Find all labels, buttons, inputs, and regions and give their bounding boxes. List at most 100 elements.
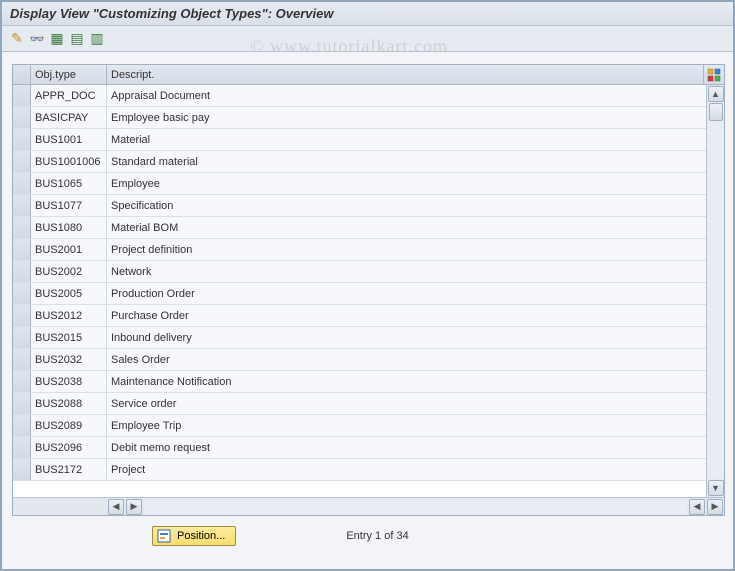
- cell-description[interactable]: Material BOM: [107, 217, 706, 238]
- position-label: Position...: [177, 530, 225, 542]
- table-row: BUS2002Network: [13, 261, 706, 283]
- vertical-scrollbar: ▲ ▼: [706, 85, 724, 497]
- cell-obj-type[interactable]: BUS2002: [31, 261, 107, 282]
- cell-obj-type[interactable]: BUS2172: [31, 459, 107, 480]
- header-row-selector[interactable]: [13, 65, 31, 84]
- cell-description[interactable]: Service order: [107, 393, 706, 414]
- cell-obj-type[interactable]: BUS2088: [31, 393, 107, 414]
- cell-description[interactable]: Maintenance Notification: [107, 371, 706, 392]
- cell-description[interactable]: Sales Order: [107, 349, 706, 370]
- select-all-icon[interactable]: ▦: [48, 30, 66, 48]
- cell-description[interactable]: Specification: [107, 195, 706, 216]
- cell-obj-type[interactable]: BUS1077: [31, 195, 107, 216]
- position-button[interactable]: Position...: [152, 526, 236, 546]
- cell-obj-type[interactable]: BUS2038: [31, 371, 107, 392]
- scroll-up-button[interactable]: ▲: [708, 86, 724, 102]
- table-header: Obj.type Descript.: [13, 65, 724, 85]
- scroll-left-button[interactable]: ◀: [108, 499, 124, 515]
- table-row: BUS1080Material BOM: [13, 217, 706, 239]
- title-bar: Display View "Customizing Object Types":…: [2, 2, 733, 26]
- cell-obj-type[interactable]: BUS2015: [31, 327, 107, 348]
- row-selector[interactable]: [13, 415, 31, 436]
- cell-description[interactable]: Production Order: [107, 283, 706, 304]
- scroll-thumb-vertical[interactable]: [709, 103, 723, 121]
- row-selector[interactable]: [13, 151, 31, 172]
- table-row: BUS2012Purchase Order: [13, 305, 706, 327]
- header-description[interactable]: Descript.: [107, 65, 704, 84]
- cell-description[interactable]: Inbound delivery: [107, 327, 706, 348]
- table-row: BUS2001Project definition: [13, 239, 706, 261]
- cell-description[interactable]: Employee basic pay: [107, 107, 706, 128]
- row-selector[interactable]: [13, 327, 31, 348]
- table-row: BUS2088Service order: [13, 393, 706, 415]
- row-selector[interactable]: [13, 173, 31, 194]
- scroll-right-button[interactable]: ◀: [689, 499, 705, 515]
- table-row: BUS2032Sales Order: [13, 349, 706, 371]
- cell-obj-type[interactable]: BUS2096: [31, 437, 107, 458]
- row-selector[interactable]: [13, 393, 31, 414]
- cell-obj-type[interactable]: BUS1065: [31, 173, 107, 194]
- scroll-left-button-2[interactable]: ▶: [126, 499, 142, 515]
- row-selector[interactable]: [13, 107, 31, 128]
- table-row: BUS1001Material: [13, 129, 706, 151]
- row-selector[interactable]: [13, 85, 31, 106]
- scroll-track-horizontal[interactable]: [144, 500, 687, 514]
- rows-area: APPR_DOCAppraisal DocumentBASICPAYEmploy…: [13, 85, 706, 497]
- cell-obj-type[interactable]: BUS2032: [31, 349, 107, 370]
- cell-description[interactable]: Employee Trip: [107, 415, 706, 436]
- header-obj-type[interactable]: Obj.type: [31, 65, 107, 84]
- scroll-right-button-2[interactable]: ▶: [707, 499, 723, 515]
- row-selector[interactable]: [13, 349, 31, 370]
- row-selector[interactable]: [13, 305, 31, 326]
- table-row: BUS2015Inbound delivery: [13, 327, 706, 349]
- cell-obj-type[interactable]: APPR_DOC: [31, 85, 107, 106]
- row-selector[interactable]: [13, 217, 31, 238]
- scroll-down-button[interactable]: ▼: [708, 480, 724, 496]
- content-area: Obj.type Descript. APPR_DOCAppraisal Doc…: [2, 52, 733, 554]
- horizontal-scrollbar: ◀ ▶ ◀ ▶: [13, 497, 724, 515]
- table-row: BUS2005Production Order: [13, 283, 706, 305]
- cell-obj-type[interactable]: BUS2001: [31, 239, 107, 260]
- position-icon: [157, 529, 171, 543]
- cell-description[interactable]: Appraisal Document: [107, 85, 706, 106]
- row-selector[interactable]: [13, 459, 31, 480]
- toggle-change-icon[interactable]: ✎: [8, 30, 26, 48]
- table-row: BUS2038Maintenance Notification: [13, 371, 706, 393]
- row-selector[interactable]: [13, 239, 31, 260]
- table-row: BUS2096Debit memo request: [13, 437, 706, 459]
- table-row: BUS2172Project: [13, 459, 706, 481]
- cell-obj-type[interactable]: BASICPAY: [31, 107, 107, 128]
- table-row: BUS1077Specification: [13, 195, 706, 217]
- cell-obj-type[interactable]: BUS2012: [31, 305, 107, 326]
- cell-description[interactable]: Debit memo request: [107, 437, 706, 458]
- table-settings-icon[interactable]: [704, 65, 724, 84]
- table-container: Obj.type Descript. APPR_DOCAppraisal Doc…: [12, 64, 725, 516]
- cell-obj-type[interactable]: BUS1001: [31, 129, 107, 150]
- cell-obj-type[interactable]: BUS2089: [31, 415, 107, 436]
- row-selector[interactable]: [13, 195, 31, 216]
- select-block-icon[interactable]: ▤: [68, 30, 86, 48]
- row-selector[interactable]: [13, 261, 31, 282]
- table-row: BASICPAYEmployee basic pay: [13, 107, 706, 129]
- scroll-track-vertical[interactable]: [708, 103, 724, 479]
- table-row: APPR_DOCAppraisal Document: [13, 85, 706, 107]
- table-row: BUS1065Employee: [13, 173, 706, 195]
- deselect-all-icon[interactable]: ▥: [88, 30, 106, 48]
- cell-obj-type[interactable]: BUS2005: [31, 283, 107, 304]
- glasses-icon[interactable]: 👓: [28, 30, 46, 48]
- table-row: BUS1001006Standard material: [13, 151, 706, 173]
- cell-description[interactable]: Material: [107, 129, 706, 150]
- row-selector[interactable]: [13, 283, 31, 304]
- cell-obj-type[interactable]: BUS1080: [31, 217, 107, 238]
- cell-description[interactable]: Project: [107, 459, 706, 480]
- cell-obj-type[interactable]: BUS1001006: [31, 151, 107, 172]
- row-selector[interactable]: [13, 437, 31, 458]
- cell-description[interactable]: Network: [107, 261, 706, 282]
- cell-description[interactable]: Standard material: [107, 151, 706, 172]
- row-selector[interactable]: [13, 371, 31, 392]
- footer: Position... Entry 1 of 34: [12, 526, 723, 546]
- cell-description[interactable]: Purchase Order: [107, 305, 706, 326]
- row-selector[interactable]: [13, 129, 31, 150]
- cell-description[interactable]: Employee: [107, 173, 706, 194]
- cell-description[interactable]: Project definition: [107, 239, 706, 260]
